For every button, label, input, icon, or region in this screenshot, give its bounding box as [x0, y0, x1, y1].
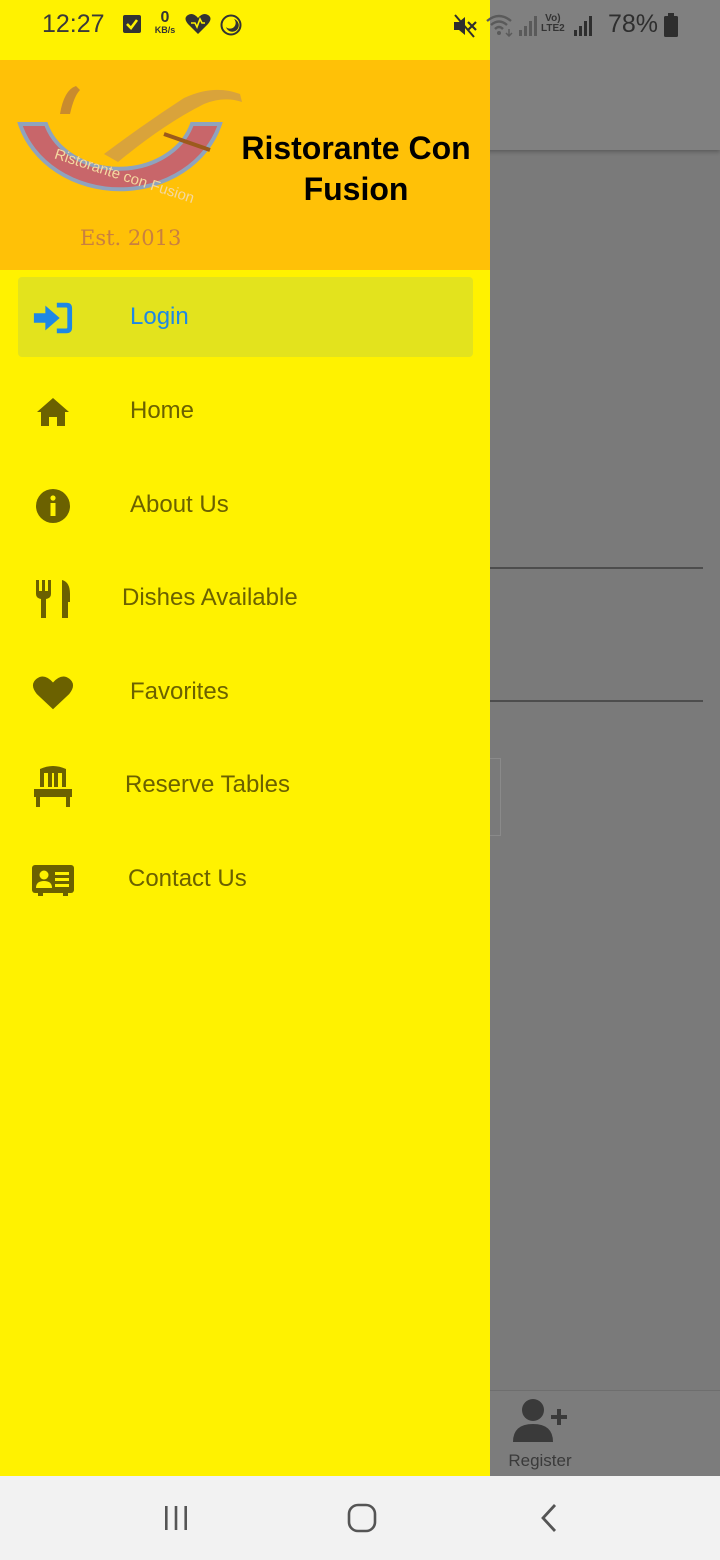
volte-lte-indicator: Vo) LTE2 — [541, 13, 565, 34]
chair-icon — [32, 765, 74, 807]
drawer-header: Ristorante con Fusion Est. 2013 Ristoran… — [0, 60, 490, 270]
drawer-item-label: Contact Us — [128, 865, 247, 892]
recent-apps-icon — [165, 1506, 187, 1530]
signal-1-icon — [517, 15, 539, 42]
recent-apps-button[interactable] — [146, 1498, 206, 1538]
register-tab[interactable]: Register — [496, 1392, 584, 1476]
heart-icon — [32, 672, 74, 714]
signal-2-icon — [572, 15, 594, 42]
home-button[interactable] — [332, 1498, 392, 1538]
back-button[interactable] — [520, 1498, 580, 1538]
address-card-icon — [32, 859, 74, 901]
drawer-item-label: Reserve Tables — [125, 771, 290, 798]
back-arrow-icon — [541, 1504, 557, 1532]
drawer-item-about-us[interactable]: About Us — [18, 465, 473, 545]
wifi-icon — [485, 13, 515, 42]
navigation-drawer: Ristorante con Fusion Est. 2013 Ristoran… — [0, 0, 490, 1476]
divider — [490, 700, 703, 702]
drawer-item-label: Favorites — [130, 678, 229, 705]
info-icon — [32, 485, 74, 527]
logo-est-text: Est. 2013 — [80, 226, 182, 250]
restaurant-logo: Ristorante con Fusion — [14, 84, 246, 239]
background-card — [490, 758, 501, 836]
status-time: 12:27 — [42, 10, 105, 38]
drawer-item-label: Dishes Available — [122, 584, 298, 611]
mute-icon — [452, 14, 478, 43]
drawer-item-contact-us[interactable]: Contact Us — [18, 839, 473, 919]
moon-icon — [220, 14, 242, 41]
system-navigation-bar — [0, 1476, 720, 1560]
drawer-item-login[interactable]: Login — [18, 277, 473, 357]
battery-icon — [664, 13, 678, 42]
home-icon — [32, 391, 74, 433]
user-plus-icon — [513, 1399, 567, 1442]
drawer-item-dishes[interactable]: Dishes Available — [18, 558, 473, 638]
drawer-item-home[interactable]: Home — [18, 371, 473, 451]
drawer-item-label: Login — [130, 303, 189, 330]
network-speed: 0 KB/s — [154, 9, 176, 35]
utensils-icon — [32, 578, 74, 620]
checkbox-notification-icon — [122, 14, 142, 39]
drawer-item-favorites[interactable]: Favorites — [18, 652, 473, 732]
divider — [490, 567, 703, 569]
register-label: Register — [508, 1451, 572, 1470]
login-icon — [32, 297, 74, 339]
status-bar: 12:27 0 KB/s Vo) LTE2 78% — [0, 0, 720, 52]
home-circle-icon — [347, 1503, 377, 1533]
drawer-title: Ristorante Con Fusion — [241, 130, 471, 207]
battery-percentage: 78% — [608, 10, 659, 38]
drawer-item-reserve-tables[interactable]: Reserve Tables — [18, 745, 473, 825]
health-heart-icon — [185, 13, 211, 40]
drawer-item-label: Home — [130, 397, 195, 424]
drawer-item-label: About Us — [130, 491, 229, 518]
